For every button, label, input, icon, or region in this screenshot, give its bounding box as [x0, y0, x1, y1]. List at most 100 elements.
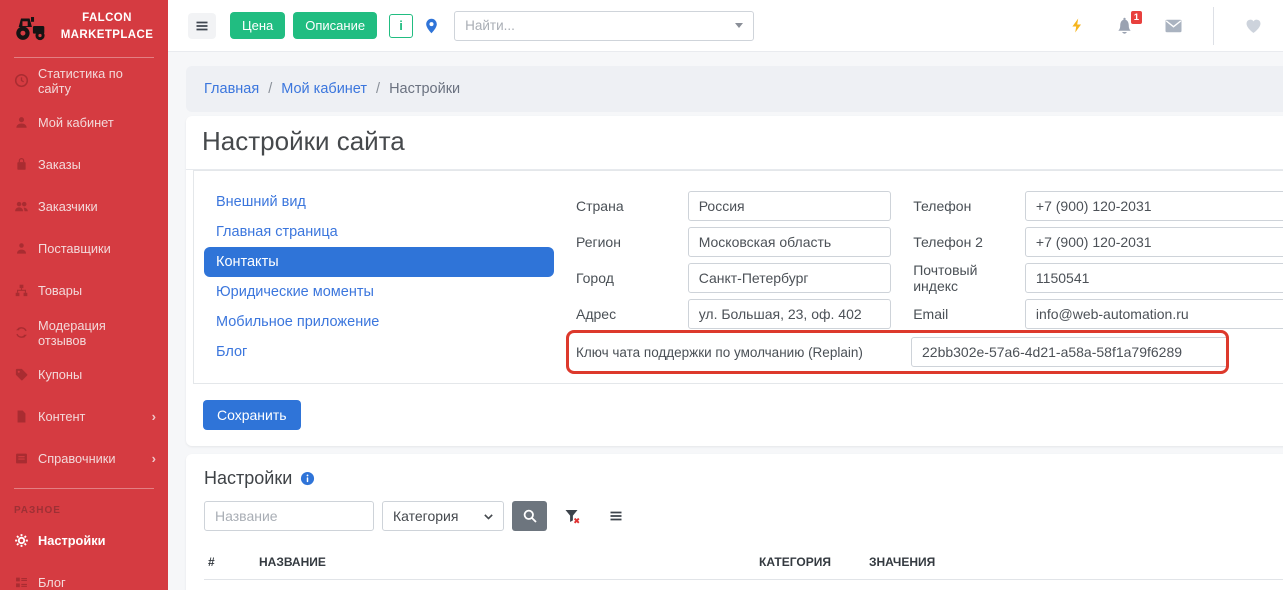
col-header-name: НАЗВАНИЕ [251, 545, 751, 580]
phone-input[interactable] [1025, 191, 1283, 221]
sidebar-item-settings[interactable]: Настройки [0, 520, 168, 562]
sidebar: FALCON MARKETPLACE Статистика по сайту М… [0, 0, 168, 590]
sidebar-item-label: Настройки [38, 533, 106, 548]
sidebar-item-blog[interactable]: Блог [0, 562, 168, 590]
table-filter-toolbar: Категория [204, 501, 1283, 531]
brand-logo[interactable]: FALCON MARKETPLACE [0, 0, 168, 53]
sidebar-item-label: Товары [38, 283, 82, 298]
customers-icon [14, 199, 29, 214]
table-menu-button[interactable] [598, 501, 633, 531]
breadcrumb-home-link[interactable]: Главная [204, 81, 259, 97]
sidebar-item-products[interactable]: Товары [0, 270, 168, 312]
tab-contacts[interactable]: Контакты [204, 247, 554, 277]
search-button[interactable] [512, 501, 547, 531]
orders-bag-icon [14, 157, 29, 172]
list-menu-icon [608, 508, 624, 524]
dropdown-caret-icon [735, 23, 743, 28]
sidebar-item-content[interactable]: Контент › [0, 396, 168, 438]
city-input[interactable] [688, 263, 892, 293]
global-search-combobox[interactable] [454, 11, 754, 41]
sidebar-item-my-cabinet[interactable]: Мой кабинет [0, 102, 168, 144]
info-button[interactable]: i [389, 14, 413, 38]
sidebar-item-customers[interactable]: Заказчики [0, 186, 168, 228]
email-input[interactable] [1025, 299, 1283, 329]
content: Главная / Мой кабинет / Настройки Настро… [168, 52, 1283, 590]
tab-legal[interactable]: Юридические моменты [204, 277, 554, 307]
brand-line2: MARKETPLACE [61, 29, 154, 41]
country-input[interactable] [688, 191, 892, 221]
row-num: 1 [204, 580, 251, 590]
content-file-icon [14, 409, 29, 424]
row-name: blogAuthorblogAuthor [251, 580, 751, 590]
email-label: Email [913, 306, 1025, 322]
favorites-heart-icon[interactable] [1244, 17, 1263, 35]
breadcrumb-cabinet-link[interactable]: Мой кабинет [281, 81, 367, 97]
notification-badge: 1 [1131, 11, 1142, 24]
replain-key-label: Ключ чата поддержки по умолчанию (Replai… [576, 345, 911, 360]
topbar-divider [1213, 7, 1214, 45]
sidebar-toggle-button[interactable] [188, 13, 216, 39]
sidebar-item-statistics[interactable]: Статистика по сайту [0, 60, 168, 102]
price-button[interactable]: Цена [230, 12, 285, 39]
site-settings-card: Настройки сайта Внешний вид Главная стра… [186, 116, 1283, 446]
page-title: Настройки сайта [186, 116, 1283, 170]
tab-blog[interactable]: Блог [204, 337, 554, 367]
breadcrumb-separator: / [376, 81, 380, 97]
tab-appearance[interactable]: Внешний вид [204, 187, 554, 217]
filter-clear-icon [564, 508, 581, 525]
address-label: Адрес [576, 306, 688, 322]
lightning-icon[interactable] [1069, 17, 1085, 34]
phone-label: Телефон [913, 198, 1025, 214]
breadcrumb-separator: / [268, 81, 272, 97]
sidebar-item-label: Блог [38, 575, 66, 590]
postcode-label: Почтовый индекс [913, 262, 1025, 294]
phone2-label: Телефон 2 [913, 234, 1025, 250]
sidebar-item-orders[interactable]: Заказы [0, 144, 168, 186]
col-header-category: КАТЕГОРИЯ [751, 545, 861, 580]
category-select-value: Категория [393, 508, 458, 524]
replain-key-input[interactable] [911, 337, 1229, 367]
sidebar-item-label: Модерация отзывов [38, 318, 156, 348]
sidebar-divider [14, 488, 154, 489]
brand-line1: FALCON [82, 12, 132, 24]
sidebar-item-dictionaries[interactable]: Справочники › [0, 438, 168, 480]
chevron-right-icon: › [152, 409, 156, 424]
settings-panel: Внешний вид Главная страница Контакты Юр… [193, 170, 1283, 384]
reviews-recycle-icon [14, 325, 29, 340]
coupon-tag-icon [14, 367, 29, 382]
settings-tabs: Внешний вид Главная страница Контакты Юр… [194, 171, 564, 383]
country-label: Страна [576, 198, 688, 214]
tab-mobile-app[interactable]: Мобильное приложение [204, 307, 554, 337]
sidebar-item-suppliers[interactable]: Поставщики [0, 228, 168, 270]
clear-filters-button[interactable] [555, 501, 590, 531]
sidebar-item-review-moderation[interactable]: Модерация отзывов [0, 312, 168, 354]
user-icon [14, 115, 29, 130]
region-label: Регион [576, 234, 688, 250]
global-search-input[interactable] [465, 18, 729, 33]
info-circle-icon[interactable] [300, 471, 315, 486]
dictionary-icon [14, 451, 29, 466]
save-button[interactable]: Сохранить [203, 400, 301, 430]
breadcrumb-current: Настройки [389, 81, 460, 97]
filter-category-select[interactable]: Категория [382, 501, 504, 531]
phone2-input[interactable] [1025, 227, 1283, 257]
sidebar-item-label: Контент [38, 409, 85, 424]
filter-name-input[interactable] [204, 501, 374, 531]
messages-envelope-icon[interactable] [1164, 18, 1183, 34]
description-button[interactable]: Описание [293, 12, 377, 39]
table-row: 1 blogAuthorblogAuthor Автор б [204, 580, 1283, 590]
settings-table-card: Настройки Категория [186, 454, 1283, 590]
products-sitemap-icon [14, 283, 29, 298]
address-input[interactable] [688, 299, 892, 329]
sidebar-item-label: Мой кабинет [38, 115, 114, 130]
settings-table: # НАЗВАНИЕ КАТЕГОРИЯ ЗНАЧЕНИЯ 1 blogAuth… [204, 545, 1283, 590]
postcode-input[interactable] [1025, 263, 1283, 293]
sidebar-item-coupons[interactable]: Купоны [0, 354, 168, 396]
sidebar-item-label: Статистика по сайту [38, 66, 156, 96]
notifications-bell-icon[interactable]: 1 [1115, 16, 1134, 35]
main-area: Цена Описание i 1 [168, 0, 1283, 590]
tab-home-page[interactable]: Главная страница [204, 217, 554, 247]
tractor-logo-icon [12, 12, 50, 42]
region-input[interactable] [688, 227, 892, 257]
location-pin-icon[interactable] [423, 17, 440, 35]
